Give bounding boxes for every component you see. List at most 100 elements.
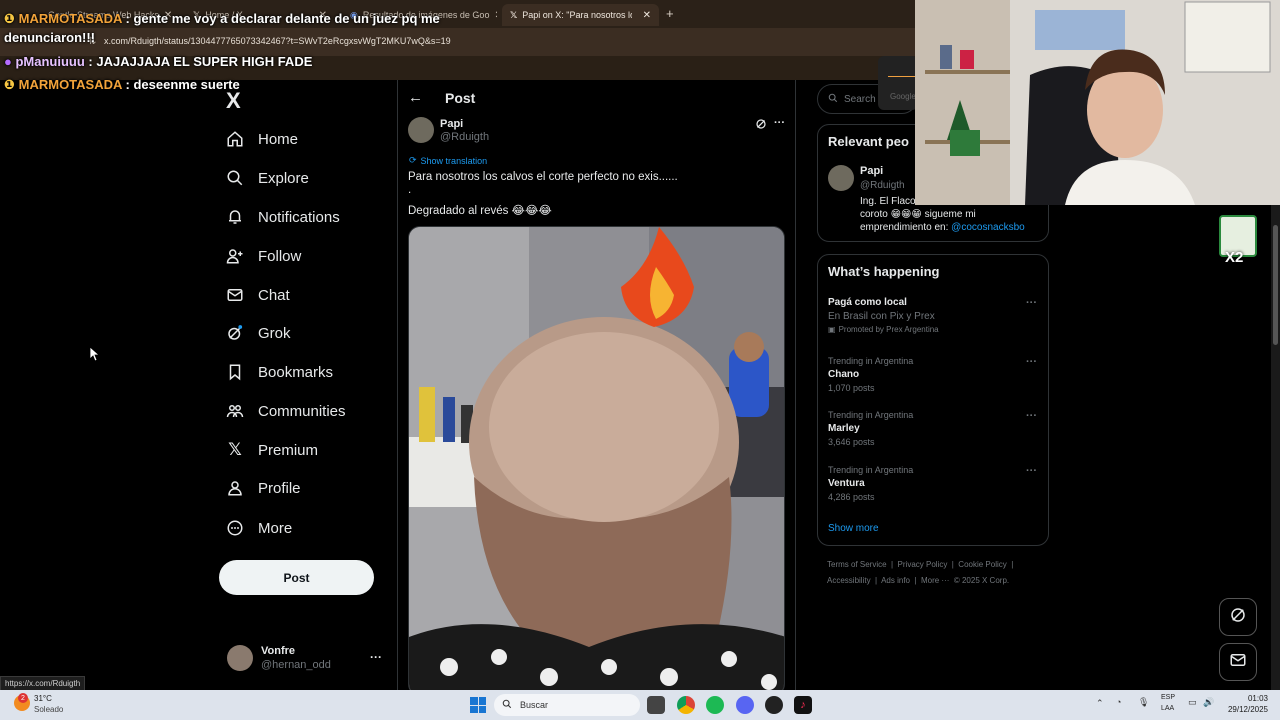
more-options-icon[interactable]: ··· xyxy=(1026,465,1037,477)
nav-explore[interactable]: Explore xyxy=(226,166,309,190)
account-menu-button[interactable]: ··· xyxy=(370,650,382,664)
more-options-icon[interactable]: ··· xyxy=(1026,410,1037,422)
stream-badge: X2 xyxy=(1217,215,1260,269)
relevant-handle[interactable]: @Rduigth xyxy=(860,180,905,191)
trend-item[interactable]: Trending in Argentina Chano 1,070 posts xyxy=(828,356,913,393)
tiktok-icon[interactable]: ♪ xyxy=(794,696,812,714)
taskbar xyxy=(0,690,1280,720)
bio-link[interactable]: @cocosnacksbo xyxy=(951,222,1025,233)
footer-links[interactable]: Terms of Service | Privacy Policy | Cook… xyxy=(827,560,1013,569)
nav-notifications[interactable]: Notifications xyxy=(226,205,340,229)
footer-links[interactable]: Accessibility | Ads info | More ··· © 20… xyxy=(827,576,1009,585)
divider xyxy=(795,80,796,690)
scrollbar-thumb[interactable] xyxy=(1273,225,1278,345)
more-options-icon[interactable]: ··· xyxy=(1026,297,1037,309)
promoted-text: Promoted by Prex Argentina xyxy=(838,325,939,334)
more-options-icon[interactable]: ··· xyxy=(774,117,785,129)
chat-text: denunciaron!!! xyxy=(4,30,95,45)
page-title: Post xyxy=(445,90,476,106)
nav-bookmarks[interactable]: Bookmarks xyxy=(226,360,333,384)
google-label: Google xyxy=(890,92,916,101)
author-avatar[interactable] xyxy=(408,117,434,143)
task-view-icon[interactable] xyxy=(647,696,665,714)
badge-icon: ❶ xyxy=(4,11,16,26)
more-options-icon[interactable]: ··· xyxy=(1026,356,1037,368)
search-icon xyxy=(828,93,838,106)
scrollbar[interactable] xyxy=(1271,205,1280,690)
bookmark-icon xyxy=(226,363,244,381)
nav-label: Premium xyxy=(258,441,319,459)
chat-separator: : xyxy=(121,11,134,26)
nav-follow[interactable]: Follow xyxy=(226,244,301,268)
nav-grok[interactable]: Grok xyxy=(226,321,291,345)
spotify-icon[interactable] xyxy=(706,696,724,714)
bell-icon xyxy=(226,208,244,226)
post-image[interactable] xyxy=(408,226,785,696)
weather-temp[interactable]: 31°C xyxy=(34,694,52,703)
show-more-link[interactable]: Show more xyxy=(828,523,879,534)
language-layout[interactable]: LAA xyxy=(1161,705,1174,712)
tab-4[interactable]: 𝕏 Papi on X: "Para nosotros los ca ✕ xyxy=(502,4,659,26)
author-name[interactable]: Papi xyxy=(440,118,463,130)
trend-posts: 1,070 posts xyxy=(828,383,875,393)
taskbar-search[interactable]: Buscar xyxy=(494,694,640,716)
avatar[interactable] xyxy=(227,645,253,671)
promo-item[interactable]: Pagá como local En Brasil con Pix y Prex… xyxy=(828,297,939,334)
nav-chat[interactable]: Chat xyxy=(226,283,290,307)
relevant-name[interactable]: Papi xyxy=(860,165,883,177)
network-icon[interactable]: ◔ xyxy=(1116,697,1121,707)
chrome-icon[interactable] xyxy=(677,696,695,714)
trend-item[interactable]: Trending in Argentina Ventura 4,286 post… xyxy=(828,465,913,502)
obs-icon[interactable] xyxy=(765,696,783,714)
monitor-icon[interactable]: ▭ xyxy=(1188,697,1197,708)
relevant-bio: Ing. El Flaco xyxy=(860,196,916,207)
post-text: Para nosotros los calvos el corte perfec… xyxy=(408,171,678,183)
translate-icon: ⟳ xyxy=(409,155,417,165)
search-placeholder: Search xyxy=(844,93,876,105)
author-handle[interactable]: @Rduigth xyxy=(440,131,489,143)
clock-date[interactable]: 29/12/2025 xyxy=(1220,705,1268,714)
nav-premium[interactable]: 𝕏 Premium xyxy=(226,438,318,462)
nav-label: Bookmarks xyxy=(258,363,334,381)
messages-button[interactable] xyxy=(1219,643,1257,681)
trend-item[interactable]: Trending in Argentina Marley 3,646 posts xyxy=(828,410,913,447)
back-arrow-icon[interactable]: ← xyxy=(408,89,423,106)
nav-home[interactable]: Home xyxy=(226,127,298,151)
avatar[interactable] xyxy=(828,165,854,191)
grok-icon[interactable] xyxy=(755,117,767,135)
nav-communities[interactable]: Communities xyxy=(226,399,346,423)
nav-more[interactable]: More xyxy=(226,516,292,540)
close-icon[interactable]: ✕ xyxy=(643,10,651,21)
chat-separator: : xyxy=(121,77,134,92)
nav-label: Explore xyxy=(258,169,309,187)
trend-label: Trending in Argentina xyxy=(828,356,914,366)
clock-time[interactable]: 01:03 xyxy=(1220,694,1268,703)
card-title: What’s happening xyxy=(828,264,940,279)
trend-label: Trending in Argentina xyxy=(828,465,914,475)
new-tab-button[interactable]: + xyxy=(666,6,674,21)
grok-icon xyxy=(1229,606,1247,629)
discord-icon[interactable] xyxy=(736,696,754,714)
chat-separator: : xyxy=(84,54,97,69)
promoted-label: ▣ Promoted by Prex Argentina xyxy=(828,325,939,334)
speaker-icon[interactable]: 🔊 xyxy=(1203,697,1214,708)
trend-name: Marley xyxy=(828,423,860,434)
close-icon[interactable]: ✕ xyxy=(494,10,497,21)
badge-icon: ❶ xyxy=(4,77,16,92)
account-handle: @hernan_odd xyxy=(261,659,331,671)
post-button[interactable]: Post xyxy=(219,560,374,595)
nav-label: Notifications xyxy=(258,208,340,226)
windows-start-icon[interactable] xyxy=(470,697,486,713)
divider xyxy=(397,80,398,690)
grok-button[interactable] xyxy=(1219,598,1257,636)
weather-desc[interactable]: Soleado xyxy=(34,705,63,714)
url-text[interactable]: x.com/Rduigth/status/1304477765073342467… xyxy=(104,36,451,46)
mail-icon xyxy=(1229,651,1247,674)
home-icon xyxy=(226,130,244,148)
webcam-overlay xyxy=(915,0,1280,205)
nav-profile[interactable]: Profile xyxy=(226,476,301,500)
show-translation-link[interactable]: ⟳ Show translation xyxy=(409,155,487,166)
language-code[interactable]: ESP xyxy=(1161,694,1175,701)
microphone-icon[interactable]: 🎙 xyxy=(1138,697,1149,708)
chevron-up-icon[interactable]: ⌃ xyxy=(1096,698,1104,709)
